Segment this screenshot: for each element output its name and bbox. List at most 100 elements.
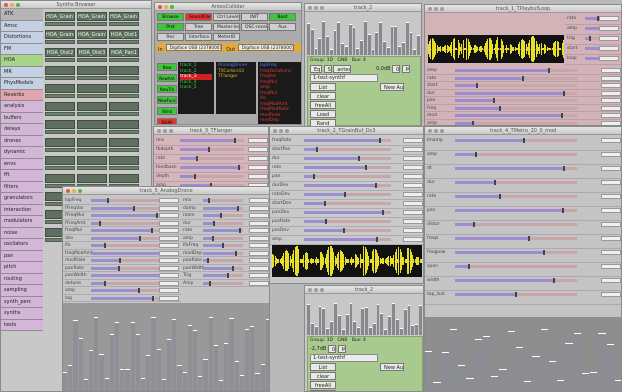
param-value-field[interactable]: [249, 205, 269, 211]
synth-button[interactable]: [45, 174, 75, 183]
synth-button[interactable]: HOA_Grain1: [45, 12, 75, 21]
slider-knob[interactable]: [528, 236, 531, 241]
mute-button[interactable]: M: [401, 65, 410, 73]
slider-knob[interactable]: [138, 288, 140, 293]
category-synths[interactable]: synths: [1, 308, 43, 320]
param-slider[interactable]: [203, 265, 243, 271]
category-analysis[interactable]: analysis: [1, 101, 43, 113]
param-value-field[interactable]: [403, 210, 423, 215]
new-aux-button[interactable]: New Aux: [380, 363, 404, 371]
osc-receiver-button[interactable]: OSC-receiver: [241, 23, 268, 31]
synth-button[interactable]: [109, 156, 139, 165]
category-atk[interactable]: ATK: [1, 9, 43, 21]
category-distortions[interactable]: Distortions: [1, 32, 43, 44]
synth-mini-slider[interactable]: [45, 112, 75, 116]
synth-mini-slider[interactable]: [45, 94, 75, 98]
param-value-field[interactable]: [601, 180, 621, 185]
track2-grainbuf-titlebar[interactable]: track_2_TGrainBuf_Dc3: [270, 127, 423, 135]
clear-button[interactable]: clear: [310, 372, 336, 380]
param-value-field[interactable]: [601, 194, 621, 199]
param-slider[interactable]: [180, 165, 244, 170]
slider-knob[interactable]: [561, 113, 564, 118]
category-buffers[interactable]: buffers: [1, 112, 43, 124]
slider-knob[interactable]: [358, 156, 361, 161]
killall-button[interactable]: KillAll: [157, 118, 177, 124]
close-icon[interactable]: [428, 129, 432, 133]
synth-button[interactable]: [77, 102, 107, 111]
synth-mini-slider[interactable]: [109, 166, 139, 170]
param-value-field[interactable]: [159, 280, 179, 286]
category-granulators[interactable]: granulators: [1, 193, 43, 205]
param-value-field[interactable]: [249, 250, 269, 256]
param-slider[interactable]: [304, 237, 391, 242]
param-slider[interactable]: [304, 210, 391, 215]
synth-mini-slider[interactable]: [45, 22, 75, 26]
clear-button[interactable]: clear: [310, 92, 336, 100]
param-value-field[interactable]: [601, 236, 621, 241]
param-value-field[interactable]: [403, 147, 423, 152]
synth-mini-slider[interactable]: [109, 58, 139, 62]
newant-button[interactable]: NewAnt: [157, 74, 177, 82]
newfuncs-button[interactable]: NewFuncs: [157, 96, 177, 104]
slider-knob[interactable]: [475, 83, 478, 88]
param-value-field[interactable]: [159, 273, 179, 278]
param-slider[interactable]: [455, 194, 577, 199]
param-value-field[interactable]: [601, 278, 621, 283]
synth-button[interactable]: [45, 66, 75, 75]
param-value-field[interactable]: [159, 205, 179, 211]
gain-value[interactable]: -2,7dB: [310, 345, 326, 353]
param-slider[interactable]: [304, 156, 391, 161]
param-value-field[interactable]: [249, 243, 269, 248]
synth-button[interactable]: HOA_Dist1: [109, 30, 139, 39]
param-value-field[interactable]: [601, 120, 621, 125]
synth-mini-slider[interactable]: [45, 148, 75, 152]
param-value-field[interactable]: [249, 265, 269, 271]
soundfiles-button[interactable]: SoundFiles: [185, 13, 212, 21]
slider-knob[interactable]: [376, 237, 379, 242]
function-list-item[interactable]: TFlanger: [218, 74, 254, 80]
synth-mini-slider[interactable]: [45, 76, 75, 80]
aux-button[interactable]: Aux: [269, 23, 296, 31]
param-slider[interactable]: [203, 228, 243, 233]
param-slider[interactable]: [455, 264, 577, 269]
category-synth-perc[interactable]: synth_perc: [1, 296, 43, 308]
slider-knob[interactable]: [548, 68, 551, 73]
synth-mini-slider[interactable]: [109, 22, 139, 26]
param-value-field[interactable]: [249, 220, 269, 226]
param-slider[interactable]: [304, 174, 391, 179]
synth-button[interactable]: [109, 174, 139, 183]
param-value-field[interactable]: [249, 228, 269, 233]
param-slider[interactable]: [203, 250, 243, 256]
output-device-select[interactable]: Digiface USB (23780001): [237, 44, 294, 51]
synth-button[interactable]: [77, 138, 107, 147]
meterio-button[interactable]: MeterIO: [213, 33, 240, 41]
maximize-icon[interactable]: [440, 7, 444, 11]
slider-knob[interactable]: [493, 180, 496, 185]
synth-button[interactable]: HOA_Dist2: [45, 48, 75, 57]
slider-knob[interactable]: [379, 138, 382, 143]
synth-button[interactable]: [77, 174, 107, 183]
slider-knob[interactable]: [99, 220, 102, 226]
synth-button[interactable]: HOA_Grain3: [109, 12, 139, 21]
param-value-field[interactable]: [159, 213, 179, 218]
functions-list[interactable]: AnalogDrone TXCorbin43 TFlanger: [216, 62, 256, 114]
maximize-icon[interactable]: [170, 5, 174, 9]
slider-knob[interactable]: [211, 235, 214, 241]
param-value-field[interactable]: [403, 165, 423, 170]
synth-mini-slider[interactable]: [77, 166, 107, 170]
maximize-icon[interactable]: [169, 129, 173, 133]
track4-metro-titlebar[interactable]: track_4_TMetro_20_0_mod: [425, 127, 621, 135]
synth-button[interactable]: [45, 138, 75, 147]
slider-knob[interactable]: [522, 138, 525, 143]
param-slider[interactable]: [455, 278, 577, 283]
minimize-icon[interactable]: [163, 129, 167, 133]
category-tests[interactable]: tests: [1, 319, 43, 331]
synth-button[interactable]: HOA_Pan1: [109, 48, 139, 57]
slider-knob[interactable]: [236, 205, 239, 211]
param-value-field[interactable]: [601, 113, 621, 118]
slider-knob[interactable]: [499, 105, 502, 111]
synth-mini-slider[interactable]: [77, 112, 107, 116]
param-slider[interactable]: [455, 236, 577, 241]
synth-button[interactable]: [109, 66, 139, 75]
synth-mini-slider[interactable]: [77, 94, 107, 98]
